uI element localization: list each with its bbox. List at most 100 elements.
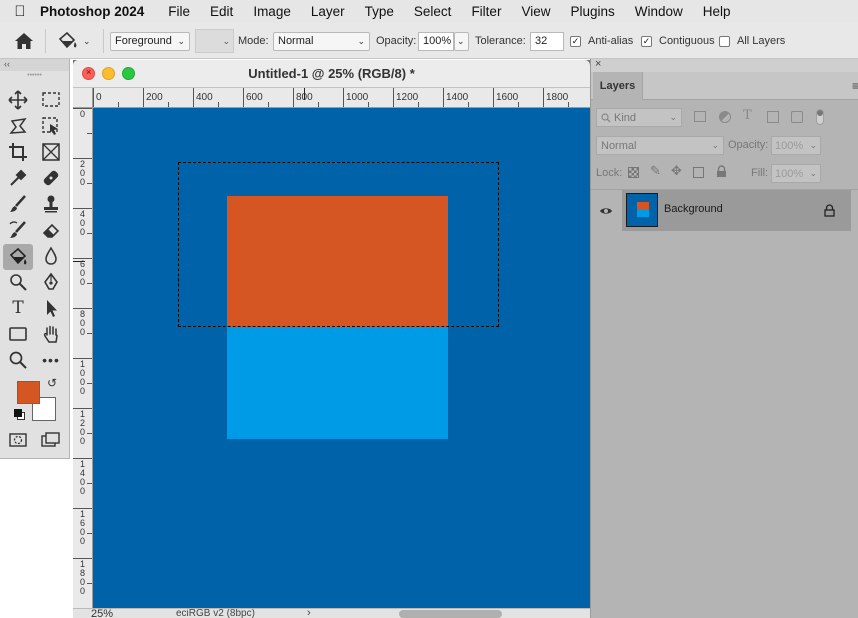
brush-tool-icon[interactable] [5, 192, 31, 216]
menu-layer[interactable]: Layer [301, 4, 355, 19]
filter-adjustment-layers-icon[interactable] [719, 111, 731, 123]
ruler-v-label: 1000 [80, 359, 86, 396]
horizontal-scrollbar[interactable] [399, 610, 502, 618]
marquee-tool-icon[interactable] [38, 88, 64, 112]
menu-image[interactable]: Image [243, 4, 301, 19]
panel-header-strip: × [591, 58, 858, 72]
lock-artboard-icon[interactable] [693, 167, 704, 178]
collapse-tools-icon[interactable]: ‹‹ [0, 59, 69, 71]
tolerance-field[interactable]: 32 [530, 31, 564, 51]
chevron-right-icon[interactable]: › [307, 609, 311, 618]
menu-filter[interactable]: Filter [461, 4, 511, 19]
ruler-h-label: 1200 [396, 92, 419, 103]
more-tools-icon[interactable]: ••• [38, 348, 64, 372]
tool-preset-picker[interactable]: ⌄ [57, 23, 91, 59]
blend-mode-dropdown[interactable]: Normal ⌄ [596, 136, 724, 155]
menu-select[interactable]: Select [404, 4, 462, 19]
opacity-field[interactable]: 100% [418, 31, 454, 51]
paint-bucket-tool-icon[interactable] [3, 244, 33, 270]
cyan-rectangle[interactable] [227, 327, 448, 439]
healing-brush-tool-icon[interactable] [38, 166, 64, 190]
menu-plugins[interactable]: Plugins [560, 4, 624, 19]
filter-toggle-switch[interactable] [816, 109, 824, 125]
ruler-h-label: 600 [246, 92, 263, 103]
selection-marquee[interactable] [178, 162, 499, 327]
quick-mask-icon[interactable] [5, 428, 31, 452]
pattern-picker[interactable]: ⌄ [195, 29, 234, 53]
all-layers-checkbox[interactable] [719, 35, 730, 47]
panel-grip[interactable]: •••••• [0, 71, 69, 81]
crop-tool-icon[interactable] [5, 140, 31, 164]
filter-pixel-layers-icon[interactable] [694, 111, 706, 122]
lasso-tool-icon[interactable] [5, 114, 31, 138]
close-panel-icon[interactable]: × [595, 58, 601, 70]
foreground-color-swatch[interactable] [17, 381, 40, 404]
filter-type-layers-icon[interactable]: T [743, 108, 752, 123]
dodge-tool-icon[interactable] [5, 270, 31, 294]
layer-row[interactable]: Background [622, 190, 851, 231]
apple-menu-icon[interactable]:  [0, 3, 40, 20]
fill-source-dropdown[interactable]: Foreground ⌄ [110, 31, 190, 51]
zoom-tool-icon[interactable] [5, 348, 31, 372]
ruler-v-label: 200 [80, 159, 86, 187]
menu-view[interactable]: View [511, 4, 560, 19]
status-bar: 25% eciRGB v2 (8bpc) › [73, 608, 590, 618]
path-selection-tool-icon[interactable] [38, 296, 64, 320]
antialias-checkbox[interactable]: ✓ [570, 35, 581, 47]
hand-tool-icon[interactable] [38, 322, 64, 346]
filter-smart-objects-icon[interactable] [791, 111, 803, 123]
mode-dropdown[interactable]: Normal ⌄ [273, 31, 370, 51]
document-title-bar[interactable]: × Untitled-1 @ 25% (RGB/8) * [73, 60, 590, 88]
type-tool-icon[interactable]: T [5, 296, 31, 320]
eyedropper-tool-icon[interactable] [5, 166, 31, 190]
search-icon [601, 112, 611, 122]
layer-opacity-field[interactable]: 100% ⌄ [771, 136, 821, 155]
frame-tool-icon[interactable] [38, 140, 64, 164]
eraser-tool-icon[interactable] [38, 218, 64, 242]
zoom-level[interactable]: 25% [91, 609, 113, 618]
layer-filter-value: Kind [614, 111, 637, 124]
app-name-menu[interactable]: Photoshop 2024 [40, 4, 144, 19]
filter-shape-layers-icon[interactable] [767, 111, 779, 123]
menu-window[interactable]: Window [625, 4, 693, 19]
pen-tool-icon[interactable] [38, 270, 64, 294]
object-selection-tool-icon[interactable] [38, 114, 64, 138]
swap-colors-icon[interactable]: ↺ [47, 376, 57, 390]
chevron-down-icon: ⌄ [222, 35, 230, 46]
menu-type[interactable]: Type [355, 4, 404, 19]
contiguous-checkbox[interactable]: ✓ [641, 35, 652, 47]
layer-visibility-toggle[interactable] [591, 190, 621, 231]
lock-transparent-pixels-icon[interactable] [628, 167, 639, 178]
history-brush-tool-icon[interactable] [5, 218, 31, 242]
ruler-v-label: 1200 [80, 409, 86, 446]
tab-layers[interactable]: Layers [593, 72, 643, 100]
menu-help[interactable]: Help [693, 4, 741, 19]
lock-position-icon[interactable]: ✥ [671, 163, 682, 179]
ruler-v-label: 1400 [80, 459, 86, 496]
clone-stamp-tool-icon[interactable] [38, 192, 64, 216]
ruler-h-label: 800 [296, 92, 313, 103]
all-layers-label: All Layers [737, 35, 786, 47]
vertical-ruler[interactable]: 0 200 400 600 800 1000 1200 1400 1600 18… [73, 108, 93, 608]
color-profile-info[interactable]: eciRGB v2 (8bpc) [176, 609, 255, 618]
lock-all-icon[interactable] [716, 165, 727, 181]
menu-edit[interactable]: Edit [200, 4, 243, 19]
ruler-v-label: 400 [80, 209, 86, 237]
document-canvas[interactable] [93, 108, 590, 608]
blur-tool-icon[interactable] [38, 244, 64, 268]
horizontal-ruler[interactable]: 0 200 400 600 800 1000 1200 1400 1600 18… [93, 88, 590, 108]
panel-menu-icon[interactable]: ≡ [852, 79, 858, 93]
rectangle-tool-icon[interactable] [5, 322, 31, 346]
ruler-v-label: 1800 [80, 559, 86, 596]
screen-mode-icon[interactable] [38, 428, 64, 452]
fill-field[interactable]: 100% ⌄ [771, 164, 821, 183]
opacity-slider-toggle[interactable]: ⌄ [454, 31, 469, 51]
ruler-origin[interactable] [73, 88, 93, 108]
layer-filter-dropdown[interactable]: Kind ⌄ [596, 108, 682, 127]
move-tool-icon[interactable] [5, 88, 31, 112]
home-icon[interactable] [14, 23, 34, 59]
default-colors-icon[interactable] [14, 409, 26, 421]
menu-file[interactable]: File [158, 4, 200, 19]
lock-image-pixels-icon[interactable]: ✎ [650, 163, 661, 179]
fill-source-value: Foreground [115, 35, 172, 47]
